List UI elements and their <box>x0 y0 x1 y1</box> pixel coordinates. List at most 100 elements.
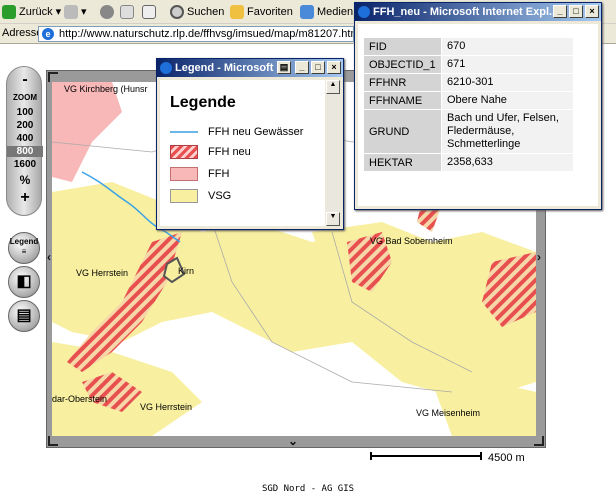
zoom-level-100[interactable]: 100 <box>7 107 43 118</box>
print-window-icon[interactable]: ▤ <box>277 61 291 74</box>
attr-value: 2358,633 <box>441 153 574 172</box>
vertical-scrollbar[interactable]: ▲ ▼ <box>326 80 340 226</box>
table-row: FFHNR 6210-301 <box>363 73 574 92</box>
legend-button-label: Legend <box>9 237 39 246</box>
forward-button[interactable]: ▾ <box>64 3 87 21</box>
corner-mark <box>48 436 58 446</box>
zoom-level-200[interactable]: 200 <box>7 120 43 131</box>
attr-value: 670 <box>441 37 574 56</box>
attr-key: FFHNR <box>363 73 442 92</box>
legend-item-label: VSG <box>208 190 232 202</box>
overview-button[interactable]: ◧ <box>8 266 40 298</box>
attr-key: GRUND <box>363 109 442 154</box>
address-url: http://www.naturschutz.rlp.de/ffhvsg/ims… <box>59 28 354 40</box>
table-row: FFHNAME Obere Nahe <box>363 91 574 110</box>
refresh-icon <box>120 5 134 20</box>
ffh-info-window: FFH_neu - Microsoft Internet Expl... _ □… <box>354 2 602 210</box>
scale-label: 4500 m <box>488 452 525 464</box>
table-row: OBJECTID_1 671 <box>363 55 574 74</box>
favorites-icon <box>230 5 244 20</box>
legend-item-label: FFH neu Gewässer <box>208 126 304 138</box>
maximize-button[interactable]: □ <box>569 5 583 18</box>
zoom-out-button[interactable]: - <box>7 71 43 89</box>
map-label: VG Meisenheim <box>416 408 481 418</box>
zoom-control: - ZOOM 100 200 400 800 1600 % + <box>6 66 43 216</box>
corner-mark <box>534 436 544 446</box>
back-button[interactable]: Zurück ▾ <box>2 3 61 21</box>
legend-button[interactable]: Legend ≡ <box>8 232 40 264</box>
legend-list-icon: ≡ <box>21 247 27 256</box>
stop-icon <box>100 5 114 20</box>
printer-icon: ▤ <box>16 307 32 324</box>
back-arrow-icon <box>2 5 16 20</box>
map-label: dar-Oberstein <box>52 394 108 404</box>
water-line-swatch <box>170 131 198 133</box>
attr-key: FID <box>363 37 442 56</box>
attr-value: 6210-301 <box>441 73 574 92</box>
ffh-neu-swatch <box>170 145 198 159</box>
search-button[interactable]: Suchen <box>170 3 224 21</box>
pan-south-arrow-icon[interactable]: ⌄ <box>288 434 298 448</box>
legend-window-title: Legend - Microsoft <box>175 62 274 74</box>
media-label: Medien <box>317 6 354 18</box>
map-label: VG Herrstein <box>140 402 193 412</box>
forward-arrow-icon <box>64 5 78 20</box>
map-label: Kirn <box>178 266 195 276</box>
vsg-swatch <box>170 189 198 203</box>
ffh-window-title: FFH_neu - Microsoft Internet Expl... <box>373 6 559 18</box>
refresh-button[interactable] <box>120 3 137 21</box>
media-icon <box>300 5 314 20</box>
footer-credit: SGD Nord - AG GIS <box>261 484 355 494</box>
close-button[interactable]: × <box>327 61 341 74</box>
address-label: Adresse <box>2 27 43 39</box>
map-label: VG Kirchberg (Hunsr <box>64 84 148 94</box>
favorites-button[interactable]: Favoriten <box>230 3 293 21</box>
table-row: FID 670 <box>363 37 574 56</box>
maximize-button[interactable]: □ <box>311 61 325 74</box>
corner-mark <box>48 72 58 82</box>
table-row: GRUND Bach und Ufer, Felsen, Fledermäuse,… <box>363 109 574 154</box>
zoom-level-400[interactable]: 400 <box>7 133 43 144</box>
ffh-window-titlebar[interactable]: FFH_neu - Microsoft Internet Expl... _ □… <box>355 3 601 21</box>
ffh-swatch <box>170 167 198 181</box>
pan-east-arrow-icon[interactable]: › <box>537 250 541 264</box>
minimize-button[interactable]: _ <box>295 61 309 74</box>
legend-item-label: FFH neu <box>208 146 251 158</box>
home-icon <box>142 5 156 20</box>
scroll-up-icon[interactable]: ▲ <box>326 80 340 94</box>
overview-icon: ◧ <box>16 273 32 290</box>
map-label: VG Herrstein <box>76 268 129 278</box>
ie-window-icon <box>358 6 370 18</box>
legend-content: Legende FFH neu Gewässer FFH neu FFH VSG <box>160 80 325 226</box>
legend-window-titlebar[interactable]: Legend - Microsoft ▤ _ □ × <box>157 59 343 77</box>
print-button[interactable]: ▤ <box>8 300 40 332</box>
pan-west-arrow-icon[interactable]: ‹ <box>47 250 51 264</box>
map-label: VG Bad Sobernheim <box>370 236 453 246</box>
stop-button[interactable] <box>100 3 117 21</box>
zoom-level-1600[interactable]: 1600 <box>7 159 43 170</box>
home-button[interactable] <box>142 3 159 21</box>
attr-key: HEKTAR <box>363 153 442 172</box>
table-row: HEKTAR 2358,633 <box>363 153 574 172</box>
legend-window: Legend - Microsoft ▤ _ □ × Legende FFH n… <box>156 58 344 230</box>
search-label: Suchen <box>187 6 225 18</box>
zoom-label: ZOOM <box>13 93 37 102</box>
zoom-in-button[interactable]: + <box>7 189 43 207</box>
ie-window-icon <box>160 62 172 74</box>
attribute-table: FID 670 OBJECTID_1 671 FFHNR 6210-301 FFHNA… <box>363 37 574 172</box>
zoom-level-800[interactable]: 800 <box>7 146 43 157</box>
legend-item-label: FFH <box>208 168 230 180</box>
attr-key: OBJECTID_1 <box>363 55 442 74</box>
zoom-percent: % <box>19 173 31 187</box>
attr-value: 671 <box>441 55 574 74</box>
attr-value: Obere Nahe <box>441 91 574 110</box>
scroll-down-icon[interactable]: ▼ <box>326 212 340 226</box>
favorites-label: Favoriten <box>247 6 293 18</box>
close-button[interactable]: × <box>585 5 599 18</box>
media-button[interactable]: Medien <box>300 3 353 21</box>
address-input[interactable]: e http://www.naturschutz.rlp.de/ffhvsg/i… <box>38 26 354 42</box>
back-label: Zurück <box>19 6 53 18</box>
search-icon <box>170 5 184 20</box>
attr-key: FFHNAME <box>363 91 442 110</box>
minimize-button[interactable]: _ <box>553 5 567 18</box>
